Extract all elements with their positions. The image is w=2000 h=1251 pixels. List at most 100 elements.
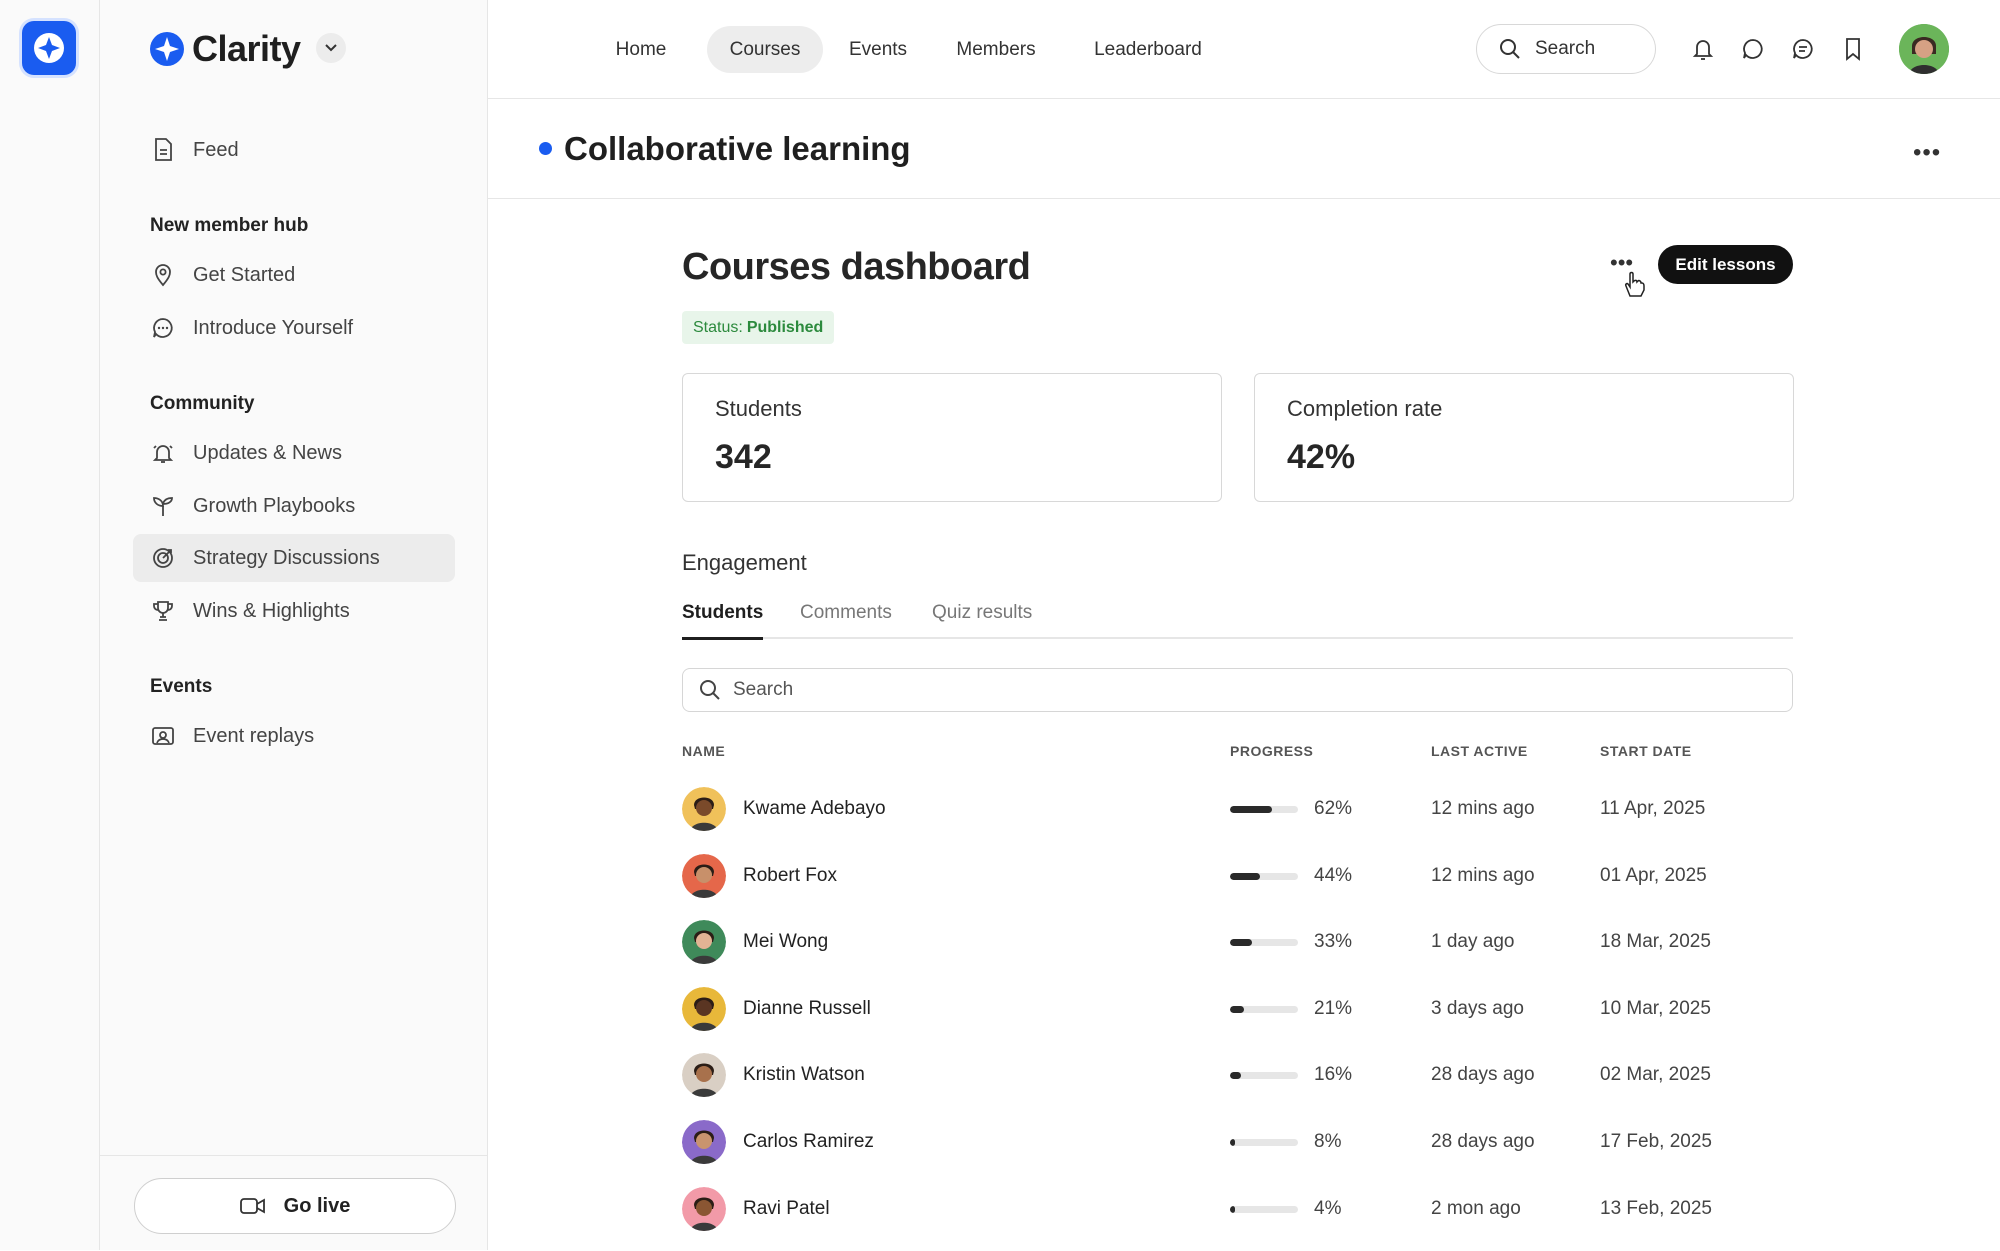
- start-date: 10 Mar, 2025: [1600, 998, 1711, 1019]
- notifications-button[interactable]: [1690, 36, 1716, 62]
- bell-ring-icon: [150, 440, 176, 466]
- nav-tab-events[interactable]: Events: [836, 26, 920, 73]
- student-name[interactable]: Kwame Adebayo: [743, 798, 886, 820]
- student-avatar: [682, 1187, 726, 1231]
- progress-bar-fill: [1230, 1006, 1245, 1013]
- table-row[interactable]: Carlos Ramirez 8% 28 days ago 17 Feb, 2025: [682, 1109, 1793, 1175]
- student-name[interactable]: Dianne Russell: [743, 998, 871, 1020]
- sidebar-item-strategy-discussions[interactable]: Strategy Discussions: [133, 534, 455, 582]
- chevron-down-icon: [325, 44, 337, 52]
- start-date: 17 Feb, 2025: [1600, 1131, 1712, 1152]
- sidebar: Clarity Feed New member hub Get Started …: [100, 0, 488, 1250]
- sprout-icon: [150, 493, 176, 519]
- page-more-button[interactable]: •••: [1913, 139, 1941, 167]
- progress-percent: 8%: [1314, 1131, 1342, 1152]
- student-avatar: [682, 1120, 726, 1164]
- sidebar-footer: Go live: [100, 1155, 487, 1251]
- dashboard-title: Courses dashboard: [682, 246, 1031, 288]
- global-search-button[interactable]: Search: [1476, 24, 1656, 74]
- last-active: 3 days ago: [1431, 998, 1524, 1019]
- progress-bar: [1230, 1139, 1298, 1146]
- table-row[interactable]: Robert Fox 44% 12 mins ago 01 Apr, 2025: [682, 843, 1793, 909]
- column-header-last-active[interactable]: LAST ACTIVE: [1431, 743, 1528, 759]
- progress-bar: [1230, 1006, 1298, 1013]
- progress-percent: 4%: [1314, 1198, 1342, 1219]
- students-search-input[interactable]: Search: [682, 668, 1793, 712]
- trophy-icon: [150, 598, 176, 624]
- sidebar-item-feed[interactable]: Feed: [133, 126, 455, 174]
- student-name[interactable]: Kristin Watson: [743, 1064, 865, 1086]
- tab-students[interactable]: Students: [682, 602, 764, 640]
- messages-button[interactable]: [1790, 36, 1816, 62]
- user-avatar-image: [1899, 24, 1949, 74]
- go-live-button[interactable]: Go live: [134, 1178, 456, 1234]
- progress-percent: 33%: [1314, 931, 1353, 952]
- student-avatar: [682, 987, 726, 1031]
- document-icon: [150, 137, 176, 163]
- brand-logo[interactable]: Clarity: [148, 28, 301, 70]
- start-date: 18 Mar, 2025: [1600, 931, 1711, 952]
- stat-card-completion-rate: Completion rate 42%: [1254, 373, 1794, 502]
- last-active: 28 days ago: [1431, 1131, 1535, 1152]
- app-rail: [0, 0, 100, 1250]
- table-row[interactable]: Kwame Adebayo 62% 12 mins ago 11 Apr, 2025: [682, 776, 1793, 842]
- start-date: 01 Apr, 2025: [1600, 865, 1707, 886]
- sidebar-item-get-started[interactable]: Get Started: [133, 251, 455, 299]
- video-camera-icon: [239, 1198, 265, 1214]
- last-active: 1 day ago: [1431, 931, 1515, 952]
- column-header-start-date[interactable]: START DATE: [1600, 743, 1692, 759]
- bookmarks-button[interactable]: [1840, 36, 1866, 62]
- student-avatar: [682, 1053, 726, 1097]
- sidebar-item-introduce-yourself[interactable]: Introduce Yourself: [133, 304, 455, 352]
- sidebar-item-event-replays[interactable]: Event replays: [133, 712, 455, 760]
- clarity-logo-icon: [34, 33, 64, 63]
- student-avatar-image: [682, 920, 726, 964]
- status-badge: Status: Published: [682, 311, 835, 344]
- student-name[interactable]: Carlos Ramirez: [743, 1131, 874, 1153]
- column-header-progress[interactable]: PROGRESS: [1230, 743, 1313, 759]
- progress-percent: 21%: [1314, 998, 1353, 1019]
- sidebar-item-updates-news[interactable]: Updates & News: [133, 429, 455, 477]
- progress-bar-fill: [1230, 1072, 1241, 1079]
- student-name[interactable]: Robert Fox: [743, 865, 837, 887]
- brand-dropdown-button[interactable]: [316, 33, 346, 63]
- table-row[interactable]: Dianne Russell 21% 3 days ago 10 Mar, 2025: [682, 976, 1793, 1042]
- chat-button[interactable]: [1740, 36, 1766, 62]
- nav-tab-courses[interactable]: Courses: [707, 26, 823, 73]
- search-icon: [1500, 39, 1520, 59]
- target-icon: [150, 545, 176, 571]
- progress-bar-fill: [1230, 1206, 1236, 1213]
- nav-tab-home[interactable]: Home: [598, 26, 684, 73]
- sidebar-item-wins-highlights[interactable]: Wins & Highlights: [133, 587, 455, 635]
- nav-tab-members[interactable]: Members: [940, 26, 1052, 73]
- student-avatar-image: [682, 987, 726, 1031]
- status-prefix: Status:: [693, 318, 743, 336]
- sidebar-section-title: Community: [150, 393, 255, 414]
- progress-bar: [1230, 1206, 1298, 1213]
- table-row[interactable]: Mei Wong 33% 1 day ago 18 Mar, 2025: [682, 909, 1793, 975]
- student-avatar: [682, 854, 726, 898]
- tab-quiz-results[interactable]: Quiz results: [932, 602, 1032, 637]
- sidebar-item-label: Wins & Highlights: [193, 599, 350, 622]
- start-date: 11 Apr, 2025: [1600, 798, 1706, 819]
- tab-comments[interactable]: Comments: [800, 602, 892, 637]
- student-avatar-image: [682, 1120, 726, 1164]
- progress-bar-fill: [1230, 873, 1260, 880]
- table-row[interactable]: Ravi Patel 4% 2 mon ago 13 Feb, 2025: [682, 1176, 1793, 1242]
- top-navigation: Home Courses Events Members Leaderboard …: [488, 0, 2000, 99]
- student-name[interactable]: Ravi Patel: [743, 1198, 830, 1220]
- table-row[interactable]: Kristin Watson 16% 28 days ago 02 Mar, 2025: [682, 1042, 1793, 1108]
- nav-tab-leaderboard[interactable]: Leaderboard: [1072, 26, 1224, 73]
- edit-lessons-button[interactable]: Edit lessons: [1658, 245, 1793, 284]
- column-header-name[interactable]: NAME: [682, 743, 725, 759]
- progress-bar: [1230, 939, 1298, 946]
- chat-icon: [1743, 39, 1763, 59]
- sidebar-item-growth-playbooks[interactable]: Growth Playbooks: [133, 482, 455, 530]
- workspace-switcher[interactable]: [22, 21, 76, 75]
- stat-label: Completion rate: [1287, 396, 1443, 421]
- user-avatar[interactable]: [1899, 24, 1949, 74]
- student-name[interactable]: Mei Wong: [743, 931, 828, 953]
- go-live-label: Go live: [283, 1194, 351, 1217]
- sidebar-item-label: Get Started: [193, 263, 296, 286]
- courses-dashboard: Courses dashboard Status: Published ••• …: [682, 198, 1794, 1250]
